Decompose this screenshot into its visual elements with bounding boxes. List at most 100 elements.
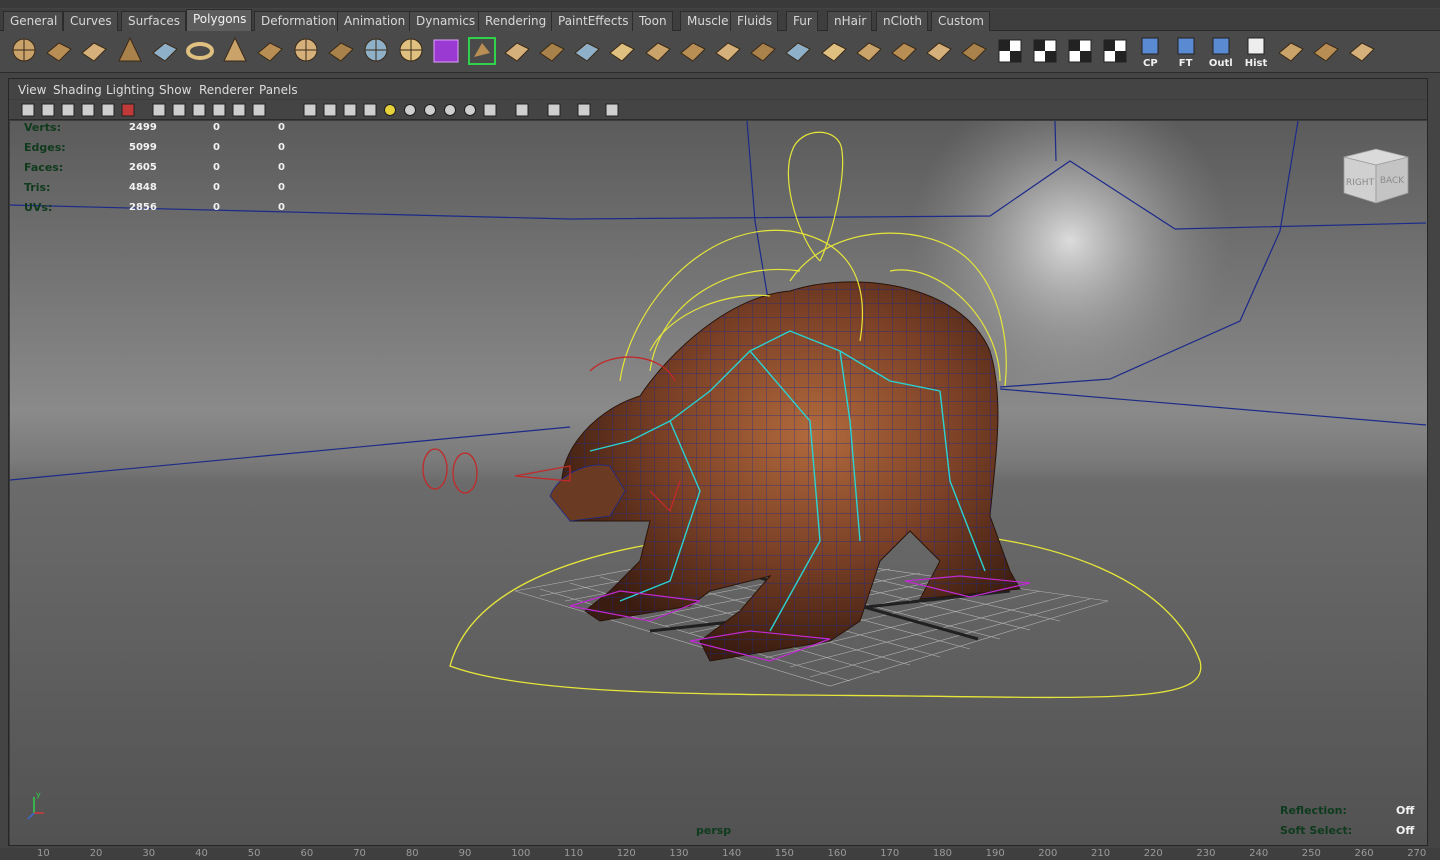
shelf-tab-general[interactable]: General <box>3 11 64 31</box>
smooth-shade-button[interactable] <box>322 102 338 118</box>
panel-menu-panels[interactable]: Panels <box>259 83 298 97</box>
motion-blur-button[interactable] <box>442 102 458 118</box>
panel-menu-view[interactable]: View <box>18 83 46 97</box>
timeline-tick: 110 <box>564 848 584 859</box>
grid-icon <box>152 103 166 117</box>
poly-cylinder-button[interactable] <box>78 35 110 69</box>
separate-button[interactable] <box>325 35 357 69</box>
ft-button[interactable]: FT <box>1170 35 1202 69</box>
panel-menu-show[interactable]: Show <box>159 83 191 97</box>
fill-hole-button[interactable] <box>747 35 779 69</box>
shelf-tab-nhair[interactable]: nHair <box>827 11 873 31</box>
ambient-occlusion-button[interactable] <box>422 102 438 118</box>
shelf-tab-curves[interactable]: Curves <box>63 11 118 31</box>
extrude-button[interactable] <box>501 35 533 69</box>
hardware-fog-button[interactable] <box>482 102 498 118</box>
shelf-tab-muscle[interactable]: Muscle <box>680 11 735 31</box>
uv-editor-button[interactable] <box>994 35 1026 69</box>
viewcube[interactable]: RIGHT BACK <box>1340 147 1412 209</box>
gate-mask-button[interactable] <box>211 102 227 118</box>
camera-button[interactable] <box>20 102 36 118</box>
planar-mapping-button[interactable] <box>923 35 955 69</box>
sculpt-button[interactable] <box>958 35 990 69</box>
scene-canvas[interactable] <box>10 121 1427 845</box>
poly-cylinder-icon <box>81 42 108 62</box>
time-slider[interactable]: 10 20 30 40 50 60 70 80 90 100 110 120 130 140 150 160 1… <box>0 848 1440 860</box>
viewcube-back-face[interactable]: BACK <box>1380 176 1405 186</box>
panel-menu-renderer[interactable]: Renderer <box>199 83 254 97</box>
poly-cone-button[interactable] <box>114 35 146 69</box>
resolution-gate-button[interactable] <box>191 102 207 118</box>
xray-button[interactable] <box>546 102 562 118</box>
camera-attr-button[interactable] <box>40 102 56 118</box>
bevel-button[interactable] <box>536 35 568 69</box>
outliner-button[interactable]: Outl <box>1205 35 1237 69</box>
texture-button[interactable] <box>1099 35 1131 69</box>
wedge-button[interactable] <box>853 35 885 69</box>
wire-on-shaded-button[interactable] <box>342 102 358 118</box>
share-button[interactable] <box>604 102 620 118</box>
wireframe-button[interactable] <box>302 102 318 118</box>
image-plane-button[interactable] <box>80 102 96 118</box>
bridge-button[interactable] <box>466 35 498 69</box>
smooth-button[interactable] <box>395 35 427 69</box>
shelf-tab-animation[interactable]: Animation <box>337 11 412 31</box>
field-chart-button[interactable] <box>231 102 247 118</box>
timeline-tick: 10 <box>37 848 50 859</box>
default-light-button[interactable] <box>382 102 398 118</box>
poly-pyramid-button[interactable] <box>219 35 251 69</box>
tool-b-button[interactable] <box>1310 35 1342 69</box>
shelf-tab-fluids[interactable]: Fluids <box>730 11 779 31</box>
history-button[interactable]: Hist <box>1240 35 1272 69</box>
grid-button[interactable] <box>151 102 167 118</box>
shelf-tab-rendering[interactable]: Rendering <box>478 11 553 31</box>
poke-button[interactable] <box>888 35 920 69</box>
film-gate-button[interactable] <box>171 102 187 118</box>
shelf-tab-deformation[interactable]: Deformation <box>254 11 342 31</box>
shelf-tab-fur[interactable]: Fur <box>786 11 818 31</box>
viewport-persp[interactable]: Verts: 2499 0 0 Edges: 5099 0 0 Faces: 2605 0 0 Tris… <box>10 121 1427 845</box>
shelf-tab-dynamics[interactable]: Dynamics <box>409 11 482 31</box>
panel-menu-lighting[interactable]: Lighting <box>106 83 155 97</box>
shelf-tab-surfaces[interactable]: Surfaces <box>121 11 186 31</box>
shadows-button[interactable] <box>402 102 418 118</box>
tool-c-button[interactable] <box>1346 35 1378 69</box>
panel-menu-shading[interactable]: Shading <box>53 83 102 97</box>
timeline-tick: 30 <box>142 848 156 859</box>
reduce-button[interactable] <box>782 35 814 69</box>
isolate-select-button[interactable] <box>514 102 530 118</box>
append-polygon-button[interactable] <box>677 35 709 69</box>
antialias-button[interactable] <box>462 102 478 118</box>
safe-action-button[interactable] <box>251 102 267 118</box>
shelf-tab-toon[interactable]: Toon <box>632 11 673 31</box>
poly-torus-button[interactable] <box>184 35 216 69</box>
split-polygon-button[interactable] <box>606 35 638 69</box>
uv-snapshot-button[interactable] <box>1064 35 1096 69</box>
tool-a-button[interactable] <box>1275 35 1307 69</box>
textured-button[interactable] <box>362 102 378 118</box>
poly-pipe-button[interactable] <box>254 35 286 69</box>
combine-button[interactable] <box>360 35 392 69</box>
shelf-tab-polygons[interactable]: Polygons <box>186 9 253 31</box>
shelf-tab-ncloth[interactable]: nCloth <box>876 11 928 31</box>
poly-soccerball-button[interactable] <box>290 35 322 69</box>
poly-plane-button[interactable] <box>149 35 181 69</box>
unfold-button[interactable] <box>430 35 462 69</box>
cleanup-button[interactable] <box>818 35 850 69</box>
shelf-tab-painteffects[interactable]: PaintEffects <box>551 11 635 31</box>
poly-cube-button[interactable] <box>43 35 75 69</box>
poly-sphere-button[interactable] <box>8 35 40 69</box>
cp-button[interactable]: CP <box>1134 35 1166 69</box>
insert-edge-loop-button[interactable] <box>642 35 674 69</box>
xray-joints-button[interactable] <box>576 102 592 118</box>
film-gate-icon <box>172 103 186 117</box>
create-polygon-button[interactable] <box>712 35 744 69</box>
hud-row-tris: Tris: 4848 0 0 <box>24 181 304 197</box>
bookmark-button[interactable] <box>60 102 76 118</box>
lock-button[interactable] <box>100 102 116 118</box>
viewcube-right-face[interactable]: RIGHT <box>1346 178 1375 188</box>
snapshot-button[interactable] <box>120 102 136 118</box>
checker-button[interactable] <box>1029 35 1061 69</box>
merge-button[interactable] <box>571 35 603 69</box>
shelf-tab-custom[interactable]: Custom <box>931 11 990 31</box>
